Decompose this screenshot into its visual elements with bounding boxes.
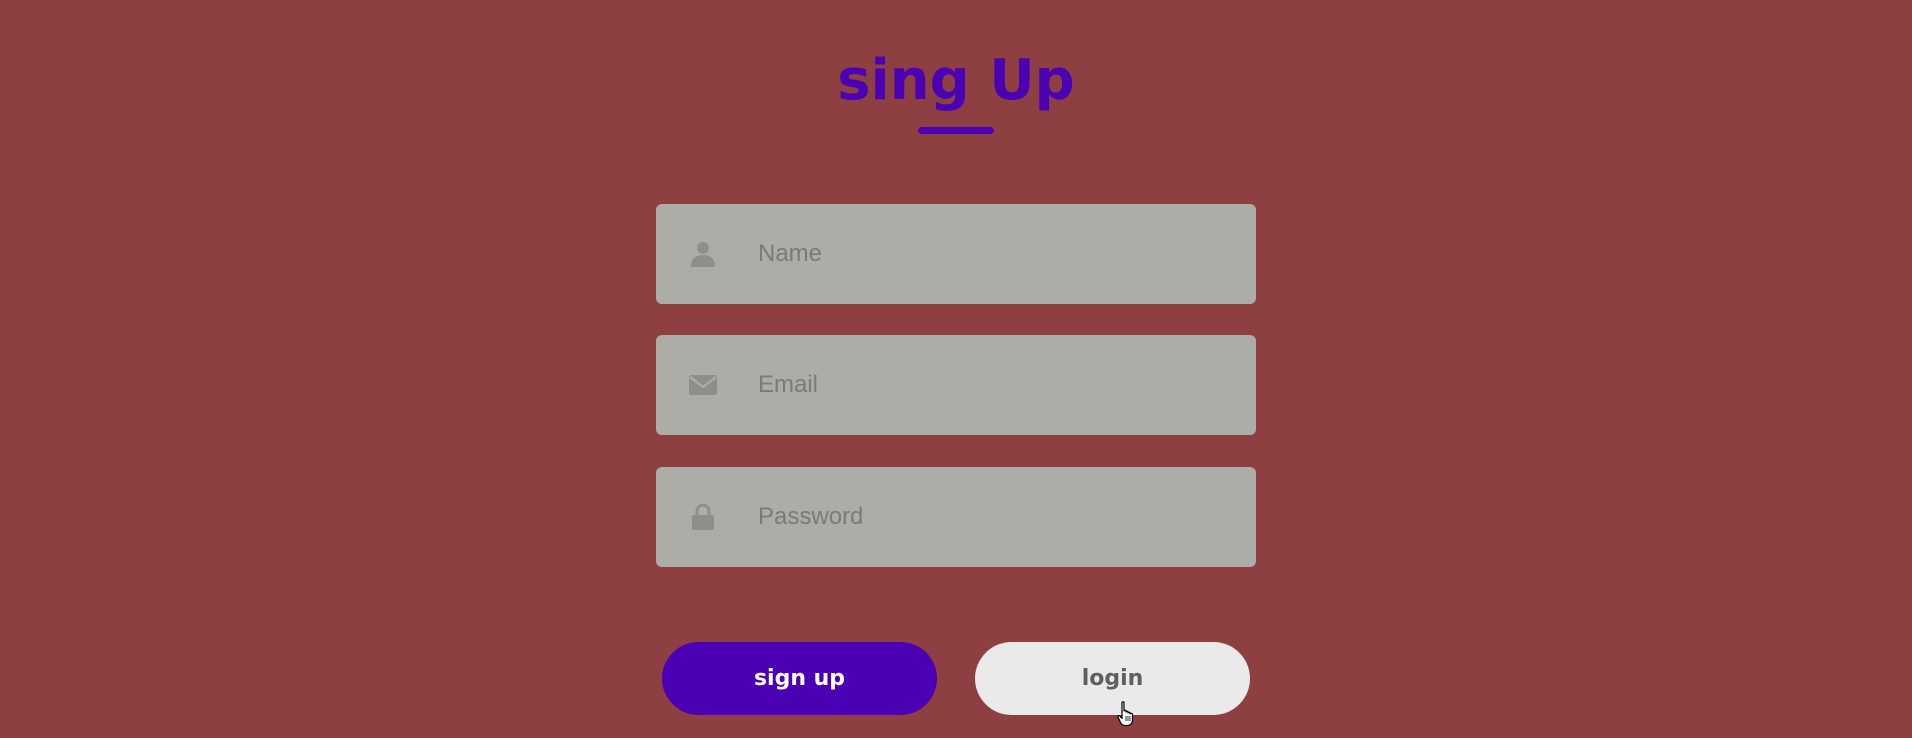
hand-cursor-icon — [1117, 701, 1134, 727]
email-field[interactable] — [656, 335, 1256, 435]
name-input[interactable] — [758, 204, 1228, 304]
email-input[interactable] — [758, 335, 1228, 435]
lock-icon — [688, 502, 718, 532]
sign-up-button[interactable]: sign up — [662, 642, 937, 715]
password-input[interactable] — [758, 467, 1228, 567]
password-field[interactable] — [656, 467, 1256, 567]
login-button[interactable]: login — [975, 642, 1250, 715]
user-icon — [688, 239, 718, 269]
name-field[interactable] — [656, 204, 1256, 304]
envelope-icon — [688, 370, 718, 400]
title-underline — [918, 127, 994, 134]
page-title: sing Up — [837, 48, 1075, 113]
